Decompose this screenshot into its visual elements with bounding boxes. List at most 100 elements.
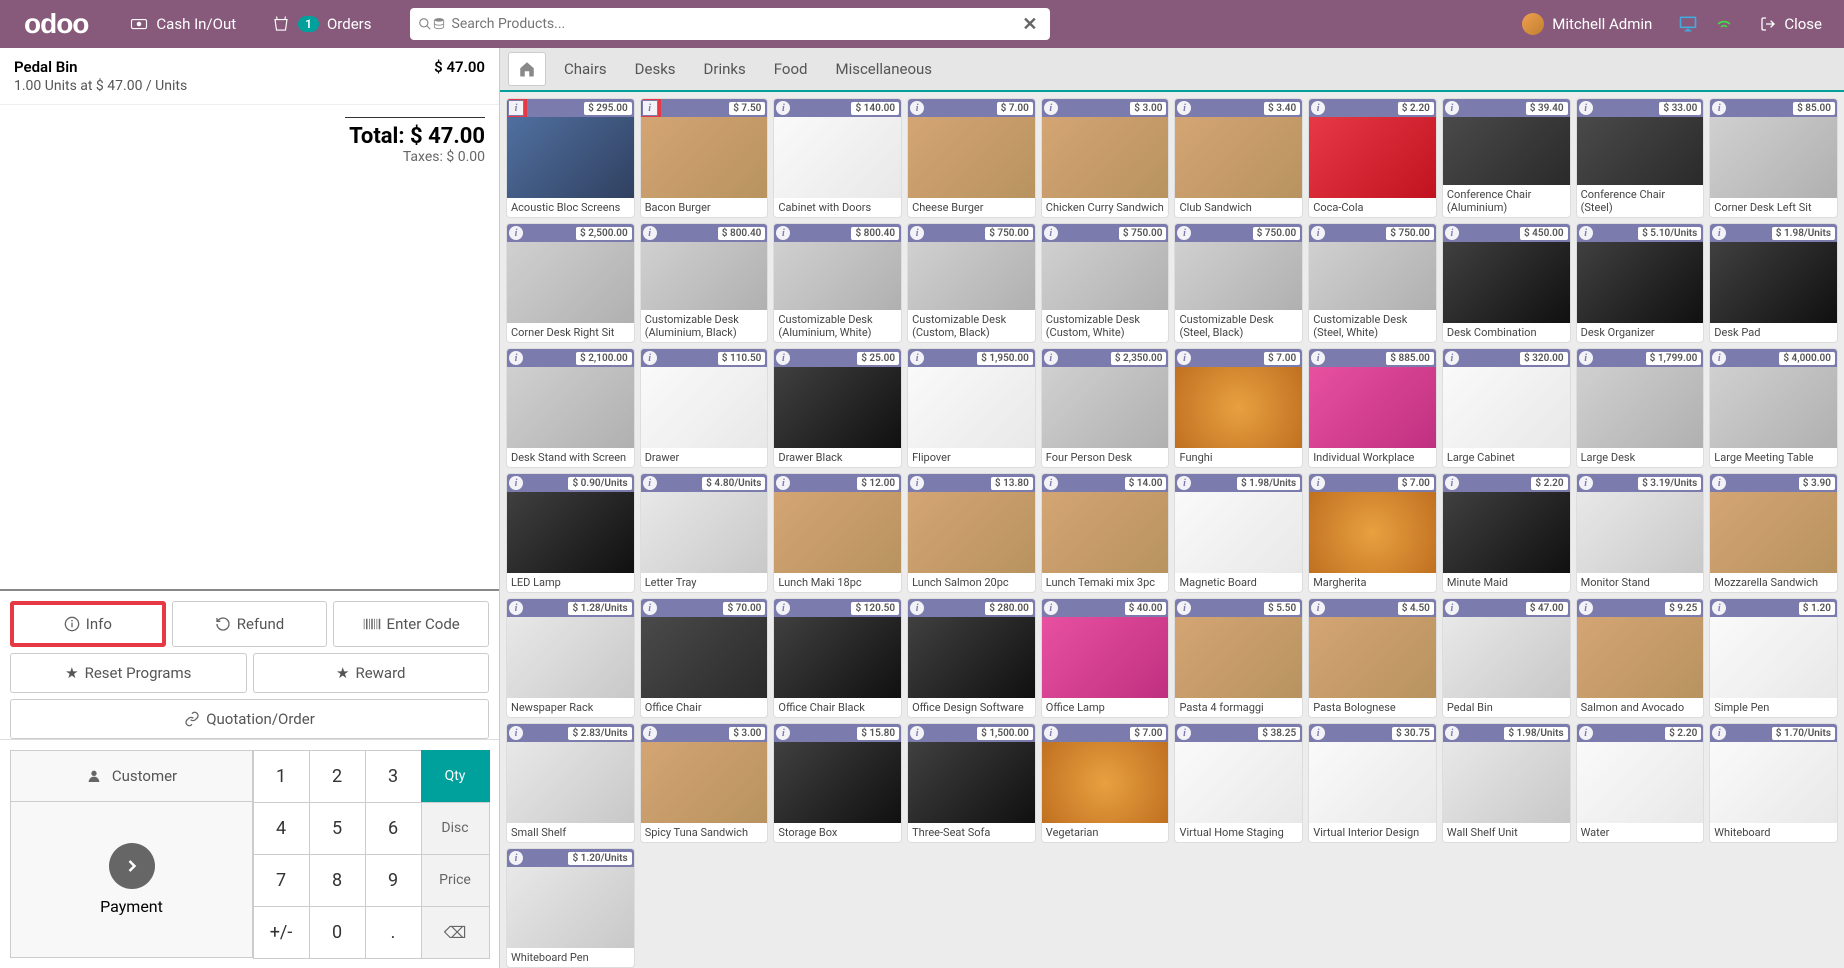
product-card[interactable]: i$ 5.50Pasta 4 formaggi (1174, 598, 1303, 718)
product-card[interactable]: i$ 1.98/UnitsMagnetic Board (1174, 473, 1303, 593)
quotation-order-button[interactable]: Quotation/Order (10, 699, 489, 739)
category-desks[interactable]: Desks (621, 52, 690, 86)
product-card[interactable]: i$ 1.28/UnitsNewspaper Rack (506, 598, 635, 718)
product-card[interactable]: i$ 3.00Chicken Curry Sandwich (1041, 98, 1170, 218)
product-card[interactable]: i$ 320.00Large Cabinet (1442, 348, 1571, 468)
product-card[interactable]: i$ 70.00Office Chair (640, 598, 769, 718)
info-icon[interactable]: i (910, 726, 924, 740)
cash-in-out-button[interactable]: Cash In/Out (112, 0, 254, 48)
product-card[interactable]: i$ 120.50Office Chair Black (773, 598, 902, 718)
info-icon[interactable]: i (1445, 101, 1459, 115)
info-icon[interactable]: i (1712, 726, 1726, 740)
info-icon[interactable]: i (1044, 226, 1058, 240)
reward-button[interactable]: ★ Reward (253, 653, 490, 693)
info-icon[interactable]: i (1177, 226, 1191, 240)
info-icon[interactable]: i (776, 226, 790, 240)
reset-programs-button[interactable]: ★ Reset Programs (10, 653, 247, 693)
info-icon[interactable]: i (509, 601, 523, 615)
product-card[interactable]: i$ 1,500.00Three-Seat Sofa (907, 723, 1036, 843)
info-icon[interactable]: i (1445, 226, 1459, 240)
mode-disc[interactable]: Disc (421, 802, 490, 855)
product-card[interactable]: i$ 885.00Individual Workplace (1308, 348, 1437, 468)
product-card[interactable]: i$ 295.00Acoustic Bloc Screens (506, 98, 635, 218)
info-icon[interactable]: i (1712, 351, 1726, 365)
info-icon[interactable]: i (776, 351, 790, 365)
info-button[interactable]: Info (10, 601, 166, 647)
info-icon[interactable]: i (509, 851, 523, 865)
product-card[interactable]: i$ 7.00Margherita (1308, 473, 1437, 593)
info-icon[interactable]: i (1177, 101, 1191, 115)
info-icon[interactable]: i (509, 351, 523, 365)
search-box[interactable]: ✕ (410, 8, 1050, 40)
product-card[interactable]: i$ 2,350.00Four Person Desk (1041, 348, 1170, 468)
category-food[interactable]: Food (760, 52, 822, 86)
home-button[interactable] (508, 52, 546, 86)
product-card[interactable]: i$ 7.50Bacon Burger (640, 98, 769, 218)
info-icon[interactable]: i (1311, 726, 1325, 740)
key-backspace[interactable]: ⌫ (421, 906, 490, 959)
info-icon[interactable]: i (1445, 351, 1459, 365)
product-card[interactable]: i$ 4.50Pasta Bolognese (1308, 598, 1437, 718)
product-card[interactable]: i$ 750.00Customizable Desk (Custom, Whit… (1041, 223, 1170, 343)
info-icon[interactable]: i (1177, 476, 1191, 490)
info-icon[interactable]: i (776, 476, 790, 490)
info-icon[interactable]: i (643, 476, 657, 490)
product-card[interactable]: i$ 1.98/UnitsWall Shelf Unit (1442, 723, 1571, 843)
info-icon[interactable]: i (910, 601, 924, 615)
info-icon[interactable]: i (776, 601, 790, 615)
close-button[interactable]: Close (1750, 15, 1832, 33)
product-card[interactable]: i$ 2,500.00Corner Desk Right Sit (506, 223, 635, 343)
mode-price[interactable]: Price (421, 854, 490, 907)
product-card[interactable]: i$ 140.00Cabinet with Doors (773, 98, 902, 218)
info-icon[interactable]: i (1044, 351, 1058, 365)
product-card[interactable]: i$ 2.83/UnitsSmall Shelf (506, 723, 635, 843)
payment-button[interactable]: Payment (10, 802, 253, 958)
info-icon[interactable]: i (1177, 351, 1191, 365)
info-icon[interactable]: i (1044, 476, 1058, 490)
customer-button[interactable]: Customer (10, 750, 253, 802)
info-icon[interactable]: i (910, 351, 924, 365)
product-card[interactable]: i$ 800.40Customizable Desk (Aluminium, B… (640, 223, 769, 343)
category-drinks[interactable]: Drinks (690, 52, 760, 86)
product-card[interactable]: i$ 800.40Customizable Desk (Aluminium, W… (773, 223, 902, 343)
info-icon[interactable]: i (509, 476, 523, 490)
product-card[interactable]: i$ 280.00Office Design Software (907, 598, 1036, 718)
product-card[interactable]: i$ 13.80Lunch Salmon 20pc (907, 473, 1036, 593)
info-icon[interactable]: i (1579, 226, 1593, 240)
info-icon[interactable]: i (1044, 726, 1058, 740)
product-card[interactable]: i$ 2.20Water (1576, 723, 1705, 843)
info-icon[interactable]: i (1712, 101, 1726, 115)
info-icon[interactable]: i (1311, 601, 1325, 615)
product-card[interactable]: i$ 2,100.00Desk Stand with Screen (506, 348, 635, 468)
product-card[interactable]: i$ 7.00Cheese Burger (907, 98, 1036, 218)
key-dot[interactable]: . (365, 906, 422, 959)
info-icon[interactable]: i (509, 226, 523, 240)
product-card[interactable]: i$ 1.20/UnitsWhiteboard Pen (506, 848, 635, 968)
product-card[interactable]: i$ 38.25Virtual Home Staging (1174, 723, 1303, 843)
info-icon[interactable]: i (643, 726, 657, 740)
info-icon[interactable]: i (1311, 476, 1325, 490)
product-card[interactable]: i$ 3.00Spicy Tuna Sandwich (640, 723, 769, 843)
product-card[interactable]: i$ 7.00Funghi (1174, 348, 1303, 468)
key-6[interactable]: 6 (365, 802, 422, 855)
info-icon[interactable]: i (1445, 601, 1459, 615)
info-icon[interactable]: i (643, 226, 657, 240)
product-card[interactable]: i$ 1.98/UnitsDesk Pad (1709, 223, 1838, 343)
product-card[interactable]: i$ 110.50Drawer (640, 348, 769, 468)
product-card[interactable]: i$ 15.80Storage Box (773, 723, 902, 843)
info-icon[interactable]: i (1311, 226, 1325, 240)
info-icon[interactable]: i (1311, 101, 1325, 115)
orders-button[interactable]: 1 Orders (254, 0, 389, 48)
category-chairs[interactable]: Chairs (550, 52, 621, 86)
info-icon[interactable]: i (1579, 351, 1593, 365)
key-5[interactable]: 5 (309, 802, 366, 855)
product-card[interactable]: i$ 4.80/UnitsLetter Tray (640, 473, 769, 593)
product-card[interactable]: i$ 47.00Pedal Bin (1442, 598, 1571, 718)
enter-code-button[interactable]: Enter Code (333, 601, 489, 647)
info-icon[interactable]: i (643, 351, 657, 365)
order-line[interactable]: Pedal Bin $ 47.00 1.00 Units at $ 47.00 … (0, 48, 499, 105)
product-card[interactable]: i$ 2.20Coca-Cola (1308, 98, 1437, 218)
key-2[interactable]: 2 (309, 750, 366, 803)
info-icon[interactable]: i (1044, 601, 1058, 615)
product-card[interactable]: i$ 3.19/UnitsMonitor Stand (1576, 473, 1705, 593)
